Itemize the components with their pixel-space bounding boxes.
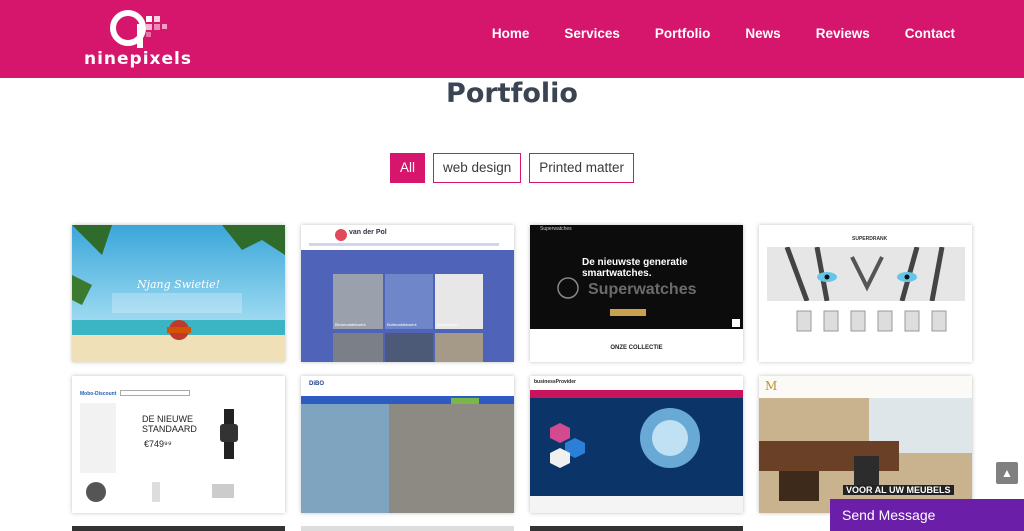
card-image-5 xyxy=(385,333,433,362)
cta-button xyxy=(451,398,479,404)
tile-headline: Njang Swietie! xyxy=(136,278,221,291)
card-label-1: Binnenafdekwerk xyxy=(335,322,366,327)
tiger-banner-image xyxy=(767,247,965,301)
portfolio-item-superwatches[interactable]: Superwatches De nieuwste generatie smart… xyxy=(530,225,743,362)
portfolio-item-furniture[interactable]: M VOOR AL UW MEUBELS xyxy=(759,376,972,513)
nav-portfolio[interactable]: Portfolio xyxy=(655,26,711,41)
cta-button xyxy=(610,309,646,316)
next-row-tile xyxy=(301,526,514,531)
cart-icon xyxy=(732,319,740,327)
product-row xyxy=(86,482,234,502)
tile-brand: Mobo-Discount xyxy=(80,391,117,397)
nav-services[interactable]: Services xyxy=(564,26,620,41)
svg-text:M: M xyxy=(765,379,777,393)
tile-overlay-text: Superwatches xyxy=(588,281,697,298)
portfolio-item-business-provider[interactable]: businessProvider xyxy=(530,376,743,513)
photo-right xyxy=(389,404,514,513)
tile-brand: SUPERDRANK xyxy=(852,236,888,242)
tile-price: €749⁹⁹ xyxy=(144,439,172,449)
tile-brand: businessProvider xyxy=(534,379,576,385)
category-sidebar xyxy=(80,403,116,473)
scroll-top-button[interactable]: ▲ xyxy=(996,462,1018,484)
page-title: Portfolio xyxy=(446,78,578,109)
filter-all[interactable]: All xyxy=(389,153,425,183)
site-header: ninepixels Home Services Portfolio News … xyxy=(0,0,1024,78)
card-label-3: Werkkleiger xyxy=(437,322,459,327)
main-nav: Home Services Portfolio News Reviews Con… xyxy=(492,26,955,41)
next-row-tile xyxy=(72,526,285,531)
nav-bar xyxy=(530,390,743,398)
nav-bar xyxy=(301,396,514,404)
nav-home[interactable]: Home xyxy=(492,26,530,41)
card-image-4 xyxy=(333,333,383,362)
nav-contact[interactable]: Contact xyxy=(905,26,955,41)
tech-hero-image xyxy=(530,398,743,496)
footer-strip xyxy=(530,496,743,513)
portfolio-filters: All web design Printed matter xyxy=(0,153,1024,183)
tile-headline: De nieuwste generatie smartwatches. xyxy=(582,257,688,279)
next-row-tile xyxy=(530,526,743,531)
nav-reviews[interactable]: Reviews xyxy=(816,26,870,41)
menu-bar xyxy=(309,243,499,246)
portfolio-item-mobo-discount[interactable]: Mobo-Discount DE NIEUWE STANDAARD €749⁹⁹ xyxy=(72,376,285,513)
portfolio-item-van-der-pol[interactable]: van der Pol Binnenafdekwerk Buitenafdekw… xyxy=(301,225,514,362)
card-label-2: Buitenafdekwerk xyxy=(387,322,417,327)
tile-brand: Superwatches xyxy=(540,226,572,232)
tile-brand: van der Pol xyxy=(349,229,387,236)
card-image-3 xyxy=(435,274,483,329)
filter-web-design[interactable]: web design xyxy=(432,153,522,183)
search-input xyxy=(120,390,190,396)
tile-section-title: ONZE COLLECTIE xyxy=(610,345,663,351)
arrow-up-icon: ▲ xyxy=(1001,466,1013,480)
product-jars xyxy=(796,310,947,332)
nav-news[interactable]: News xyxy=(745,26,780,41)
watch-logo-icon xyxy=(557,277,579,299)
card-image-1 xyxy=(333,274,383,329)
filter-printed-matter[interactable]: Printed matter xyxy=(529,153,635,183)
portfolio-item-beach[interactable]: Njang Swietie! xyxy=(72,225,285,362)
tile-brand: DiBO xyxy=(309,381,324,387)
photo-left xyxy=(301,404,389,513)
smartwatch-image xyxy=(220,409,238,459)
card-image-6 xyxy=(435,333,483,362)
card-image-2 xyxy=(385,274,433,329)
tile-headline: DE NIEUWE STANDAARD xyxy=(142,414,197,434)
portfolio-item-dibo[interactable]: DiBO xyxy=(301,376,514,513)
logo[interactable]: ninepixels xyxy=(84,8,204,72)
tile-banner: VOOR AL UW MEUBELS xyxy=(843,485,954,495)
send-message-button[interactable]: Send Message xyxy=(830,499,1024,531)
beach-thumbnail xyxy=(72,225,285,362)
ninepixels-logo-icon xyxy=(110,10,167,48)
logo-text: ninepixels xyxy=(84,49,192,69)
tile-header xyxy=(301,225,514,250)
van-der-pol-logo-icon xyxy=(335,229,347,241)
portfolio-item-superdrank[interactable]: SUPERDRANK xyxy=(759,225,972,362)
